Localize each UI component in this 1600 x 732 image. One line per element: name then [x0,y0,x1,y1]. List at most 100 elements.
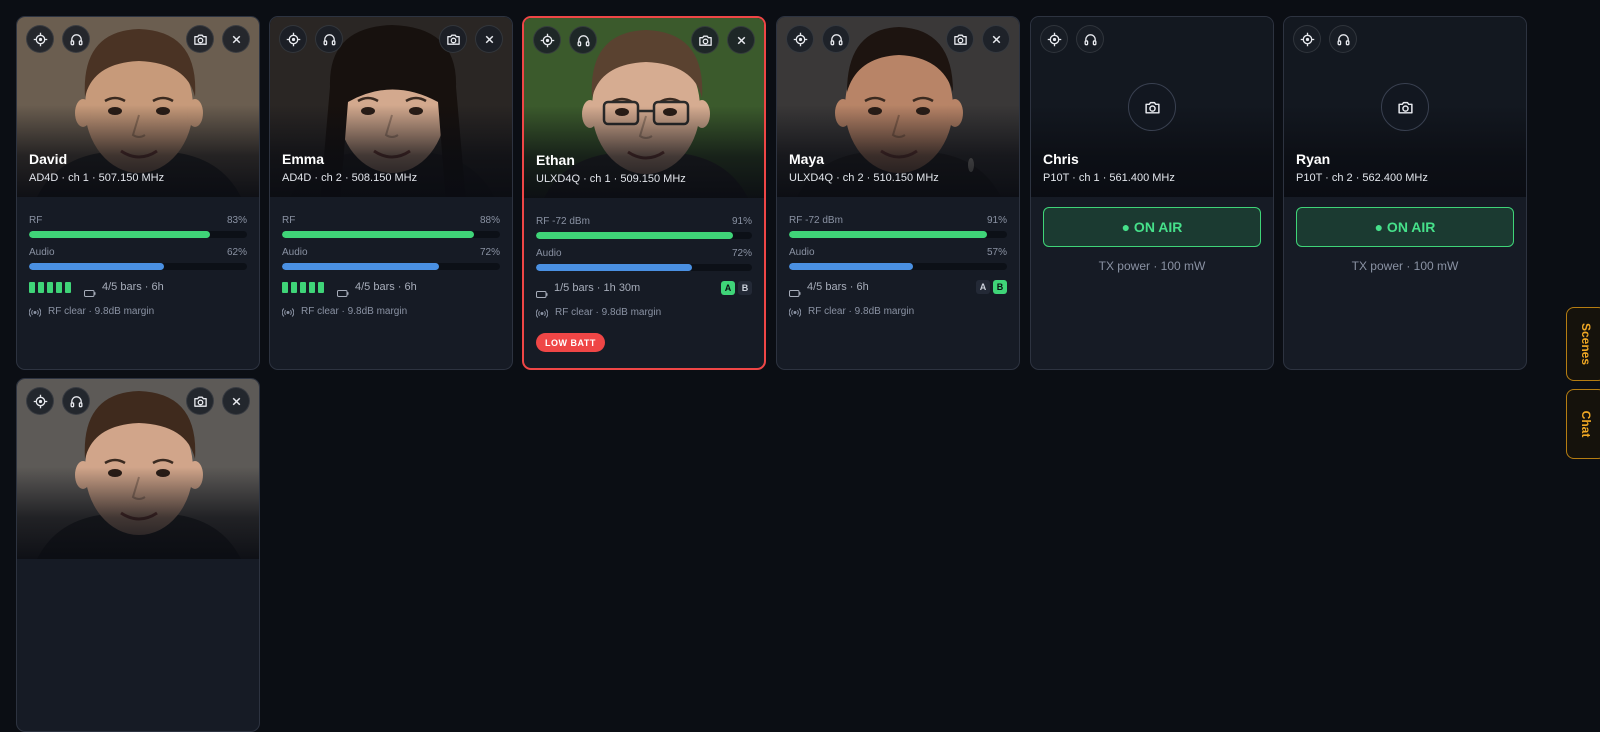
on-air-indicator[interactable]: ● ON AIR [1296,207,1514,247]
crosshair-icon [540,33,555,48]
antenna-b[interactable]: B [993,280,1007,294]
snapshot-button[interactable] [439,25,467,53]
rf-percent: 91% [986,215,1007,226]
listen-button[interactable] [1329,25,1357,53]
antenna-a[interactable]: A [976,280,990,294]
rf-percent: 91% [731,216,752,227]
headphones-icon [1336,32,1351,47]
battery-segment [291,282,297,293]
locate-button[interactable] [786,25,814,53]
receiver-card-maya[interactable]: Maya ULXD4Q · ch 2 · 510.150 MHz RF -72 d… [776,16,1020,370]
camera-icon [953,32,968,47]
locate-button[interactable] [26,25,54,53]
listen-button[interactable] [822,25,850,53]
antenna-selector: A B [976,280,1007,294]
rf-label: RF [29,215,43,226]
receiver-card-partial[interactable] [16,378,260,732]
battery-segment [47,282,53,293]
snapshot-button[interactable] [186,387,214,415]
listen-button[interactable] [569,26,597,54]
on-air-indicator[interactable]: ● ON AIR [1043,207,1261,247]
remove-button[interactable] [475,25,503,53]
rf-percent: 83% [226,215,247,226]
close-icon [989,32,1004,47]
listen-button[interactable] [62,387,90,415]
receiver-info: ULXD4Q · ch 1 · 509.150 MHz [536,173,686,185]
crosshair-icon [33,32,48,47]
talent-name: Chris [1043,151,1079,167]
rf-meter: RF 83% [29,215,247,241]
audio-fill [536,264,692,271]
rf-track [282,231,500,238]
remove-button[interactable] [222,387,250,415]
rf-track [29,231,247,238]
receiver-info: AD4D · ch 2 · 508.150 MHz [282,172,418,184]
locate-button[interactable] [26,387,54,415]
locate-button[interactable] [279,25,307,53]
battery-row: 1/5 bars · 1h 30m A B [536,281,752,298]
add-photo-button[interactable] [1381,83,1429,131]
battery-status: 4/5 bars · 6h [102,281,164,293]
remove-button[interactable] [222,25,250,53]
camera-icon [193,394,208,409]
rf-status: RF clear · 9.8dB margin [48,306,155,317]
rf-label: RF -72 dBm [789,215,843,226]
audio-fill [282,263,439,270]
battery-segment [282,282,288,293]
battery-bars [29,282,71,293]
listen-button[interactable] [62,25,90,53]
talent-name: Emma [282,151,325,167]
rf-fill [29,231,210,238]
receiver-card-ethan[interactable]: Ethan ULXD4Q · ch 1 · 509.150 MHz RF -72 … [522,16,766,370]
rf-fill [789,231,988,238]
remove-button[interactable] [982,25,1010,53]
rf-track [789,231,1007,238]
receiver-card-emma[interactable]: Emma AD4D · ch 2 · 508.150 MHz RF 88% Aud… [269,16,513,370]
add-photo-button[interactable] [1128,83,1176,131]
tx-power: TX power · 100 mW [1351,259,1459,273]
battery-segment [29,282,35,293]
side-tab-scenes-label: Scenes [1579,322,1593,366]
talent-name: Ethan [536,152,575,168]
camera-icon [698,33,713,48]
side-tab-chat[interactable]: Chat [1566,389,1600,459]
antenna-selector: A B [721,281,752,295]
receiver-info: ULXD4Q · ch 2 · 510.150 MHz [789,172,939,184]
rf-label: RF -72 dBm [536,216,590,227]
battery-status: 4/5 bars · 6h [355,281,417,293]
rf-status: RF clear · 9.8dB margin [808,306,915,317]
snapshot-button[interactable] [186,25,214,53]
receiver-card-chris[interactable]: Chris P10T · ch 1 · 561.400 MHz ● ON AIR TX… [1030,16,1274,370]
rf-meter: RF 88% [282,215,500,241]
receiver-card-ryan[interactable]: Ryan P10T · ch 2 · 562.400 MHz ● ON AIR TX … [1283,16,1527,370]
rf-track [536,232,752,239]
headphones-icon [1083,32,1098,47]
audio-track [789,263,1007,270]
rf-fill [282,231,474,238]
camera-icon [446,32,461,47]
locate-button[interactable] [1040,25,1068,53]
headphones-icon [69,32,84,47]
listen-button[interactable] [315,25,343,53]
antenna-b[interactable]: B [738,281,752,295]
rf-status: RF clear · 9.8dB margin [555,307,662,318]
crosshair-icon [793,32,808,47]
audio-meter: Audio 72% [536,248,752,274]
snapshot-button[interactable] [691,26,719,54]
close-icon [482,32,497,47]
remove-button[interactable] [727,26,755,54]
headphones-icon [322,32,337,47]
audio-percent: 57% [986,247,1007,258]
audio-fill [29,263,165,270]
locate-button[interactable] [533,26,561,54]
receiver-card-david[interactable]: David AD4D · ch 1 · 507.150 MHz RF 83% Au… [16,16,260,370]
battery-segment [309,282,315,293]
receiver-info: P10T · ch 1 · 561.400 MHz [1043,172,1175,184]
headphones-icon [69,394,84,409]
listen-button[interactable] [1076,25,1104,53]
side-tab-scenes[interactable]: Scenes [1566,307,1600,381]
receiver-info: P10T · ch 2 · 562.400 MHz [1296,172,1428,184]
antenna-a[interactable]: A [721,281,735,295]
locate-button[interactable] [1293,25,1321,53]
snapshot-button[interactable] [946,25,974,53]
